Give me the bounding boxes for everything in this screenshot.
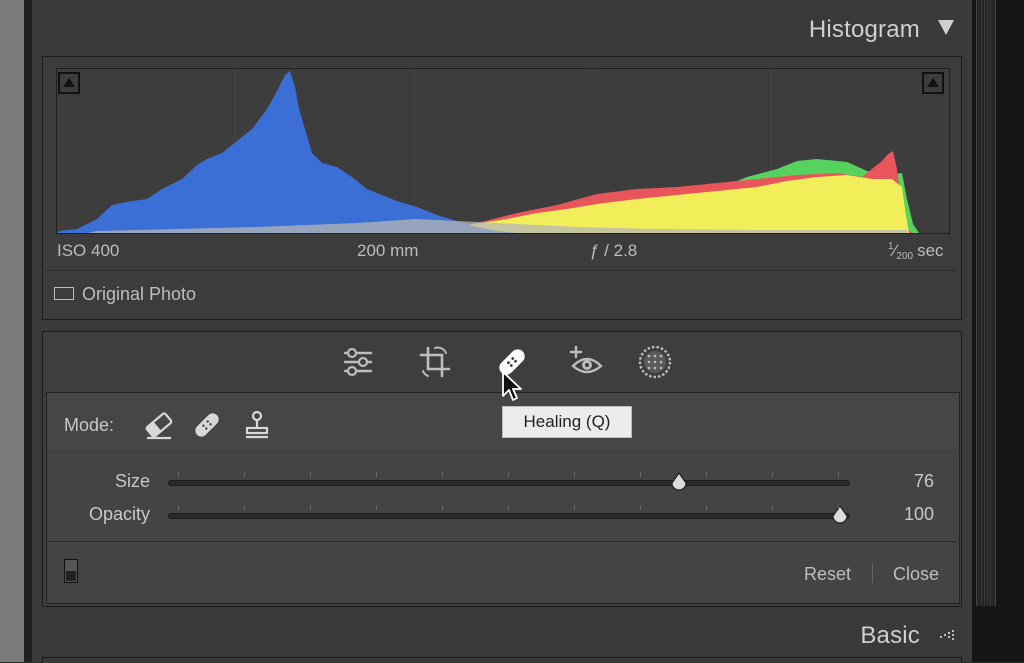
panel-gutter: [24, 0, 32, 662]
opacity-value[interactable]: 100: [874, 504, 934, 525]
histogram-divider: [46, 270, 956, 271]
slider-tick: [376, 472, 377, 477]
shutter-numerator: 1: [888, 241, 894, 252]
slider-tick: [574, 505, 575, 510]
collapsed-panel-icon[interactable]: [938, 628, 956, 644]
slider-tick: [442, 472, 443, 477]
slider-tick: [244, 505, 245, 510]
slider-tick: [706, 472, 707, 477]
slider-tick: [178, 472, 179, 477]
slider-tick: [178, 505, 179, 510]
slider-tick: [442, 505, 443, 510]
opacity-slider-track[interactable]: [168, 513, 850, 519]
slider-tick: [640, 505, 641, 510]
heal-mode-bandage-icon[interactable]: [190, 408, 224, 442]
slider-tick: [310, 472, 311, 477]
masking-icon[interactable]: [637, 344, 673, 380]
original-photo-checkbox[interactable]: [54, 287, 74, 300]
exif-aperture: ƒ / 2.8: [590, 241, 638, 260]
histogram-blue-channel: [57, 71, 517, 233]
eraser-icon[interactable]: [142, 408, 176, 442]
basic-panel-top: [42, 657, 962, 663]
size-value[interactable]: 76: [874, 471, 934, 492]
reset-button[interactable]: Reset: [804, 564, 851, 585]
slider-tick: [838, 472, 839, 477]
slider-tick: [838, 505, 839, 510]
red-eye-icon[interactable]: [569, 344, 605, 380]
slider-tick: [310, 505, 311, 510]
exif-focal-length: 200 mm: [357, 241, 419, 260]
basic-title[interactable]: Basic: [860, 622, 920, 650]
panel-scrollbar[interactable]: [976, 0, 996, 606]
size-label: Size: [114, 471, 150, 491]
shutter-unit: sec: [917, 241, 944, 260]
histogram-graph[interactable]: [56, 68, 950, 234]
shadow-clipping-toggle[interactable]: [58, 72, 80, 94]
slider-tick: [772, 505, 773, 510]
slider-tick: [508, 472, 509, 477]
collapse-caret-icon[interactable]: [938, 20, 954, 35]
histogram-title[interactable]: Histogram: [809, 16, 920, 44]
slider-tick: [244, 472, 245, 477]
opacity-label: Opacity: [88, 504, 150, 524]
triangle-up-icon: [63, 78, 75, 87]
original-photo-label[interactable]: Original Photo: [82, 284, 196, 305]
slider-tick: [508, 505, 509, 510]
size-slider-track[interactable]: [168, 480, 850, 486]
slider-tick: [640, 472, 641, 477]
highlight-clipping-toggle[interactable]: [922, 72, 944, 94]
footer-separator: [872, 563, 873, 583]
scrollbar-grip[interactable]: [981, 0, 991, 606]
slider-tick: [376, 505, 377, 510]
shutter-denominator: 200: [896, 251, 914, 262]
triangle-up-icon: [927, 78, 939, 87]
sliders-icon[interactable]: [340, 344, 376, 380]
exif-iso: ISO 400: [57, 241, 120, 260]
slider-tick: [772, 472, 773, 477]
histogram-svg: [57, 69, 919, 233]
mouse-cursor-icon: [502, 371, 522, 401]
stamp-icon[interactable]: [240, 408, 274, 442]
panel-enable-toggle[interactable]: [64, 559, 78, 583]
healing-tooltip: Healing (Q): [502, 406, 632, 438]
exif-shutter: 1⁄200 sec: [888, 241, 944, 262]
mode-label: Mode:: [64, 415, 115, 435]
close-button[interactable]: Close: [893, 564, 939, 585]
left-panel-edge: [0, 0, 24, 662]
toggle-knob: [66, 571, 76, 581]
slider-tick: [706, 505, 707, 510]
crop-icon[interactable]: [417, 344, 453, 380]
slider-tick: [574, 472, 575, 477]
